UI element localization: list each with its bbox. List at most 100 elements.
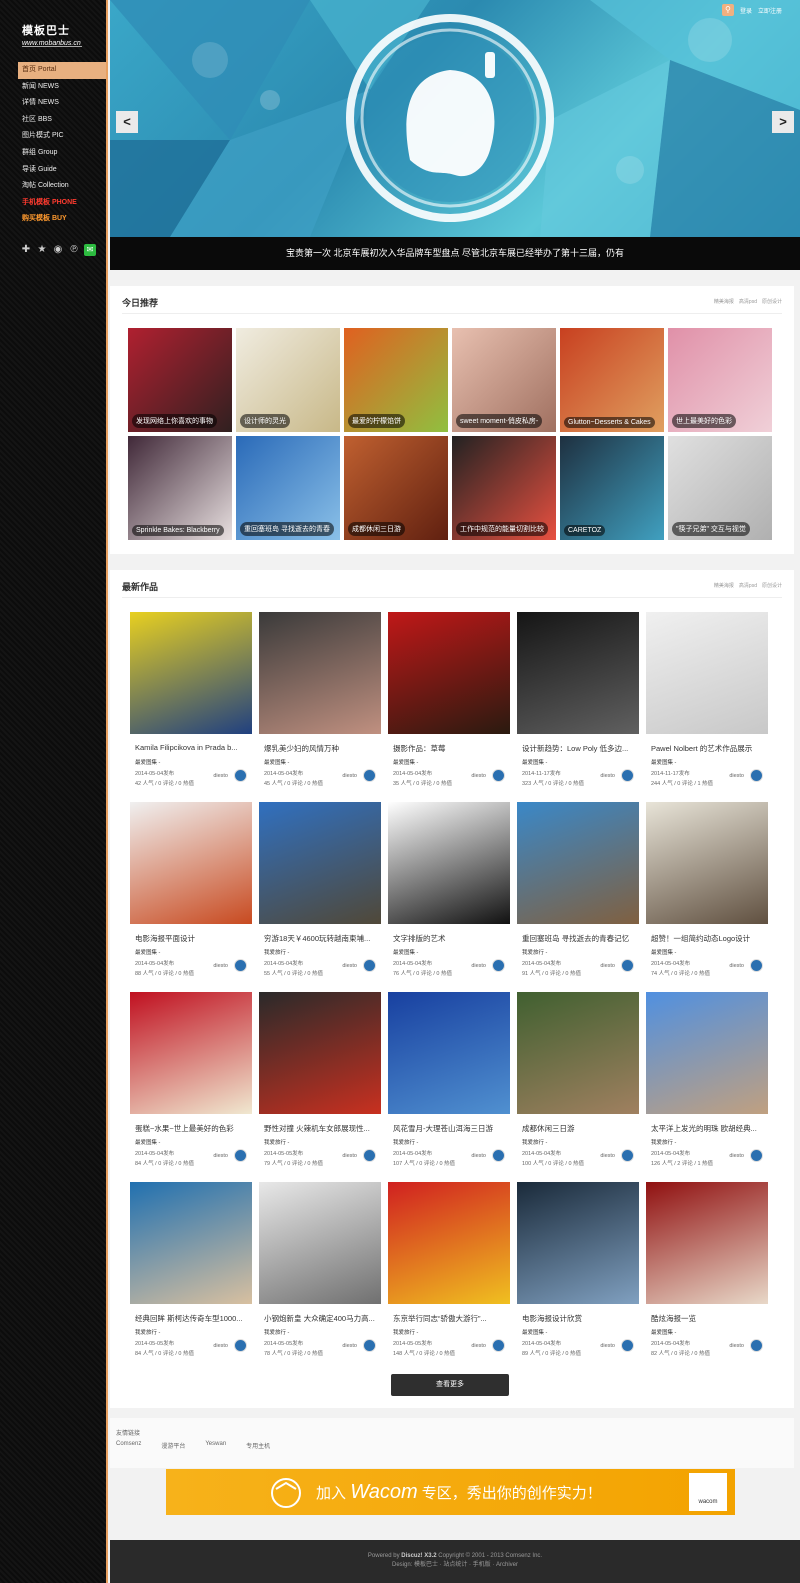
tab-original[interactable]: 原创设计 [762,582,782,589]
work-author[interactable]: diesto [729,773,744,779]
work-author[interactable]: diesto [213,773,228,779]
work-author[interactable]: diesto [213,963,228,969]
work-card[interactable]: 成都休闲三日游 我爱旅行 - 2014-05-04发布 100 人气 / 0 评论 /… [517,992,639,1172]
recommend-tile[interactable]: sweet moment-俏皮私房- [452,328,556,432]
work-author[interactable]: diesto [600,963,615,969]
work-thumbnail[interactable] [517,992,639,1114]
work-category[interactable]: 我爱旅行 - [135,1328,160,1336]
work-author[interactable]: diesto [342,773,357,779]
star-icon[interactable]: ★ [36,244,48,256]
work-author[interactable]: diesto [600,773,615,779]
work-card[interactable]: Kamila Filipcikova in Prada b... 最爱图集 - 20… [130,612,252,792]
load-more-button[interactable]: 查看更多 [391,1374,509,1396]
work-category[interactable]: 我爱旅行 - [393,1328,418,1336]
work-author[interactable]: diesto [471,1153,486,1159]
work-title[interactable]: 电影海报设计欣赏 [522,1313,636,1324]
work-thumbnail[interactable] [388,1182,510,1304]
nav-item[interactable]: 详情 NEWS [18,95,106,112]
work-card[interactable]: 野性对撞 火辣机车女郎展现性... 我爱旅行 - 2014-05-05发布 79 人气… [259,992,381,1172]
nav-item[interactable]: 首页 Portal [18,62,106,79]
work-title[interactable]: 经典回眸 斯柯达传奇车型1000... [135,1313,249,1324]
work-card[interactable]: 太平洋上发光的明珠 欧胡经典... 我爱旅行 - 2014-05-04发布 126 人… [646,992,768,1172]
work-author[interactable]: diesto [342,1153,357,1159]
work-category[interactable]: 最爱图集 - [651,948,676,956]
work-author[interactable]: diesto [729,1343,744,1349]
work-category[interactable]: 最爱图集 - [522,758,547,766]
work-thumbnail[interactable] [130,802,252,924]
footer-brand[interactable]: Discuz! X3.2 [401,1553,436,1559]
friend-link[interactable]: 漫游平台 [161,1441,185,1450]
work-title[interactable]: Kamila Filipcikova in Prada b... [135,743,249,752]
recommend-tile[interactable]: 最爱的柠檬馅饼 [344,328,448,432]
work-author[interactable]: diesto [729,963,744,969]
work-thumbnail[interactable] [130,992,252,1114]
avatar[interactable] [234,959,247,972]
recommend-tile[interactable]: 发现网络上你喜欢的事物 [128,328,232,432]
work-title[interactable]: 成都休闲三日游 [522,1123,636,1134]
register-link[interactable]: 立即注册 [758,6,782,15]
tab-poster[interactable]: 精美海报 [714,298,734,305]
work-category[interactable]: 最爱图集 - [651,758,676,766]
recommend-tile[interactable]: "筷子兄弟" 交互与视觉 [668,436,772,540]
work-category[interactable]: 我爱旅行 - [651,1138,676,1146]
work-card[interactable]: 酷炫海报一览 最爱图集 - 2014-05-04发布 82 人气 / 0 评论 / 0… [646,1182,768,1362]
work-thumbnail[interactable] [130,612,252,734]
login-link[interactable]: 登录 [740,6,752,15]
tab-psd[interactable]: 高清psd [739,582,757,589]
nav-item[interactable]: 购买模板 BUY [18,211,106,228]
nav-item[interactable]: 导读 Guide [18,162,106,179]
nav-item[interactable]: 群组 Group [18,145,106,162]
nav-item[interactable]: 图片模式 PIC [18,128,106,145]
work-title[interactable]: 野性对撞 火辣机车女郎展现性... [264,1123,378,1134]
work-thumbnail[interactable] [259,802,381,924]
work-card[interactable]: 小钢炮新皇 大众确定400马力高... 我爱旅行 - 2014-05-05发布 78 … [259,1182,381,1362]
work-category[interactable]: 最爱图集 - [264,758,289,766]
work-category[interactable]: 最爱图集 - [135,1138,160,1146]
avatar[interactable] [492,1149,505,1162]
avatar[interactable] [750,1149,763,1162]
work-thumbnail[interactable] [259,992,381,1114]
work-card[interactable]: 蛋糕~水果~世上最美好的色彩 最爱图集 - 2014-05-04发布 84 人气 / … [130,992,252,1172]
recommend-tile[interactable]: 世上最美好的色彩 [668,328,772,432]
search-icon[interactable]: ⚲ [721,4,734,16]
work-card[interactable]: 电影海报平面设计 最爱图集 - 2014-05-04发布 88 人气 / 0 评论 /… [130,802,252,982]
work-title[interactable]: 超赞！一组简约动态Logo设计 [651,933,765,944]
work-author[interactable]: diesto [213,1343,228,1349]
pinterest-icon[interactable]: ℗ [68,244,80,256]
work-title[interactable]: 酷炫海报一览 [651,1313,765,1324]
avatar[interactable] [363,1339,376,1352]
tab-poster[interactable]: 精美海报 [714,582,734,589]
avatar[interactable] [750,959,763,972]
avatar[interactable] [492,959,505,972]
tab-original[interactable]: 原创设计 [762,298,782,305]
tab-psd[interactable]: 高清psd [739,298,757,305]
recommend-tile[interactable]: 成都休闲三日游 [344,436,448,540]
work-title[interactable]: Pawel Nolbert 的艺术作品展示 [651,743,765,754]
avatar[interactable] [363,1149,376,1162]
work-category[interactable]: 我爱旅行 - [393,1138,418,1146]
work-author[interactable]: diesto [729,1153,744,1159]
work-thumbnail[interactable] [388,992,510,1114]
work-author[interactable]: diesto [600,1343,615,1349]
work-title[interactable]: 蛋糕~水果~世上最美好的色彩 [135,1123,249,1134]
work-title[interactable]: 文字排版的艺术 [393,933,507,944]
work-title[interactable]: 穷游18天￥4600玩转越南柬埔... [264,933,378,944]
work-category[interactable]: 最爱图集 - [522,1328,547,1336]
work-thumbnail[interactable] [259,612,381,734]
work-author[interactable]: diesto [342,963,357,969]
work-card[interactable]: 穷游18天￥4600玩转越南柬埔... 我爱旅行 - 2014-05-04发布 55 … [259,802,381,982]
work-title[interactable]: 电影海报平面设计 [135,933,249,944]
work-category[interactable]: 我爱旅行 - [264,948,289,956]
work-category[interactable]: 最爱图集 - [135,758,160,766]
banner-next-button[interactable]: > [772,111,794,133]
avatar[interactable] [363,769,376,782]
work-title[interactable]: 太平洋上发光的明珠 欧胡经典... [651,1123,765,1134]
work-thumbnail[interactable] [388,612,510,734]
avatar[interactable] [621,1149,634,1162]
avatar[interactable] [621,769,634,782]
avatar[interactable] [492,1339,505,1352]
work-thumbnail[interactable] [646,992,768,1114]
banner-caption[interactable]: 宝贵第一次 北京车展初次入华品牌车型盘点 尽管北京车展已经举办了第十三届，仍有 [110,237,800,270]
work-card[interactable]: 设计新趋势：Low Poly 低多边... 最爱图集 - 2014-11-17发布 3… [517,612,639,792]
nav-item[interactable]: 手机模板 PHONE [18,195,106,212]
